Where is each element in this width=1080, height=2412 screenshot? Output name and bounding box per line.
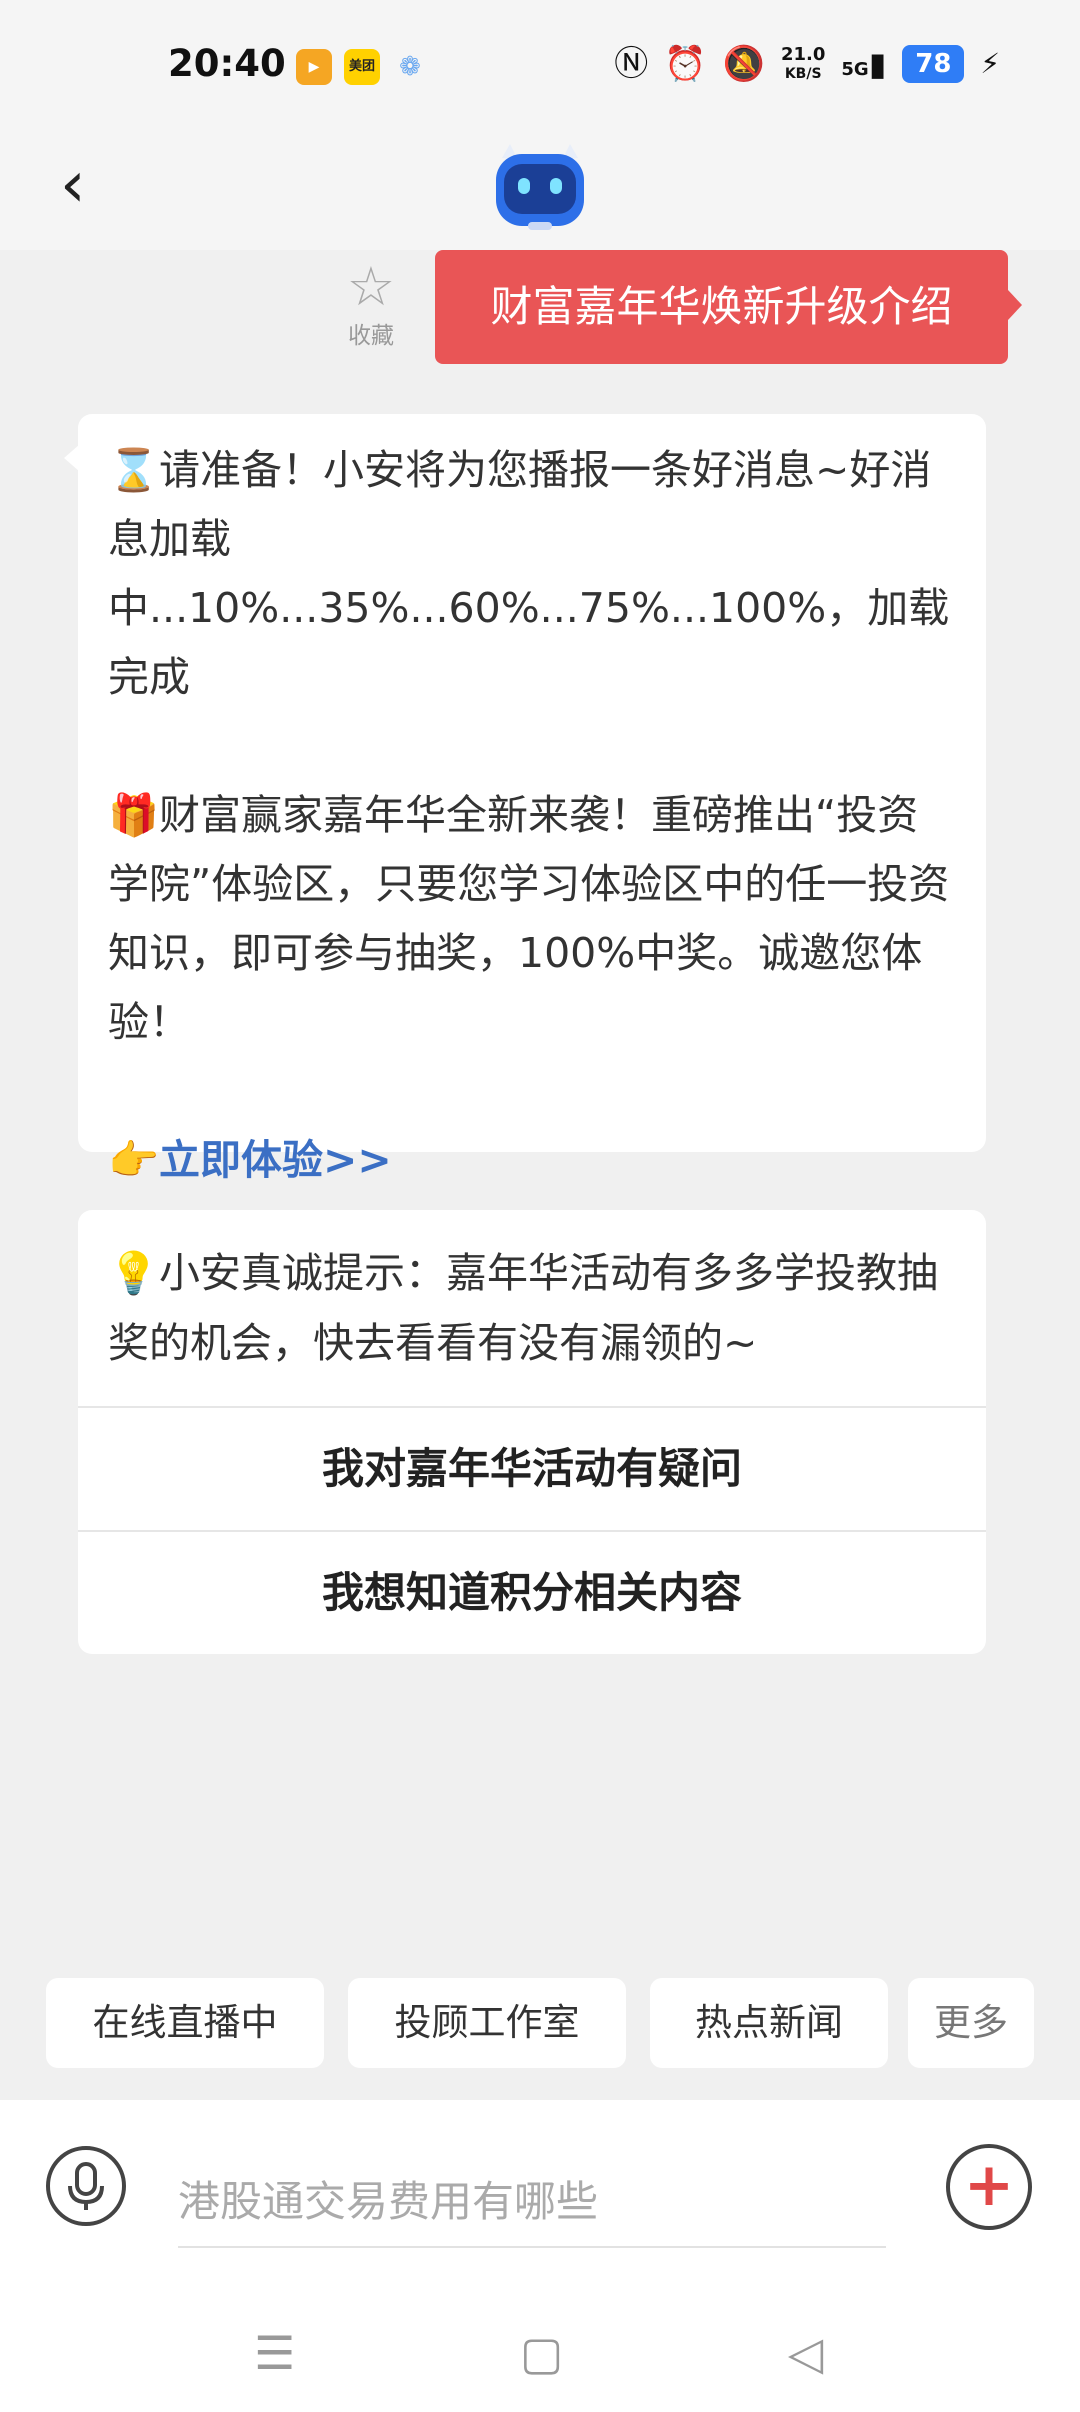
tab-advisor-studio[interactable]: 投顾工作室 (348, 1978, 626, 2068)
status-indicators: Ⓝ ⏰ 🔕 21.0 KB/S 5G▮ 78 ⚡ (614, 44, 1000, 84)
question-option-points[interactable]: 我想知道积分相关内容 (78, 1530, 986, 1654)
star-icon: ☆ (346, 255, 396, 318)
home-icon[interactable]: ▢ (520, 2328, 563, 2378)
signal-icon: 5G▮ (841, 45, 887, 83)
tab-hot-news[interactable]: 热点新闻 (650, 1978, 888, 2068)
upgrade-banner[interactable]: 财富嘉年华焕新升级介绍 (435, 250, 1022, 364)
system-nav-bar: ☰ ▢ ◁ (0, 2310, 1080, 2400)
clock: 20:40 (168, 42, 286, 85)
meituan-icon: 美团 (344, 49, 380, 85)
message-loading-text: ⌛请准备！小安将为您播报一条好消息~好消息加载中...10%...35%...6… (108, 446, 950, 701)
favorite-button[interactable]: ☆ 收藏 (340, 258, 402, 350)
message-announcement-text: 🎁财富赢家嘉年华全新来袭！重磅推出“投资学院”体验区，只要您学习体验区中的任一投… (108, 791, 950, 1046)
tab-live[interactable]: 在线直播中 (46, 1978, 324, 2068)
chat-input[interactable] (178, 2156, 886, 2248)
chat-header: ‹ (0, 130, 1080, 250)
signal-type: 5G (841, 59, 869, 80)
microphone-button[interactable] (46, 2146, 126, 2226)
charging-icon: ⚡ (980, 47, 1000, 80)
network-speed-unit: KB/S (784, 65, 822, 82)
chevron-left-icon[interactable]: ‹ (60, 150, 86, 220)
input-bar: + ☰ ▢ ◁ (0, 2100, 1080, 2412)
tip-text: 💡小安真诚提示：嘉年华活动有多多学投教抽奖的机会，快去看看有没有漏领的~ (108, 1249, 939, 1367)
mute-icon: 🔕 (722, 44, 765, 84)
robot-assistant-icon (496, 144, 584, 230)
favorite-label: 收藏 (348, 323, 394, 349)
alarm-icon: ⏰ (664, 44, 707, 84)
tip-card: 💡小安真诚提示：嘉年华活动有多多学投教抽奖的机会，快去看看有没有漏领的~ 我对嘉… (78, 1210, 986, 1654)
chat-message-card: ⌛请准备！小安将为您播报一条好消息~好消息加载中...10%...35%...6… (64, 414, 986, 1184)
tab-more[interactable]: 更多 (908, 1978, 1034, 2068)
plus-icon[interactable]: + (946, 2144, 1032, 2230)
nfc-icon: Ⓝ (614, 44, 649, 84)
try-now-link[interactable]: 👉立即体验>> (108, 1126, 956, 1195)
back-nav-icon[interactable]: ◁ (788, 2328, 823, 2378)
cloud-app-icon: ❁ (399, 52, 421, 82)
network-speed: 21.0 KB/S (780, 43, 826, 83)
battery-icon: 78 (902, 45, 965, 83)
network-speed-value: 21.0 (780, 43, 826, 65)
menu-icon[interactable]: ☰ (254, 2328, 295, 2378)
status-bar: 20:40 ▶ 美团 ❁ Ⓝ ⏰ 🔕 21.0 KB/S 5G▮ 78 ⚡ (0, 0, 1080, 130)
quick-tabs: 在线直播中 投顾工作室 热点新闻 更多 (0, 1978, 1080, 2070)
microphone-icon (68, 2162, 104, 2210)
video-app-icon: ▶ (296, 49, 332, 85)
question-option-carnival[interactable]: 我对嘉年华活动有疑问 (78, 1406, 986, 1530)
